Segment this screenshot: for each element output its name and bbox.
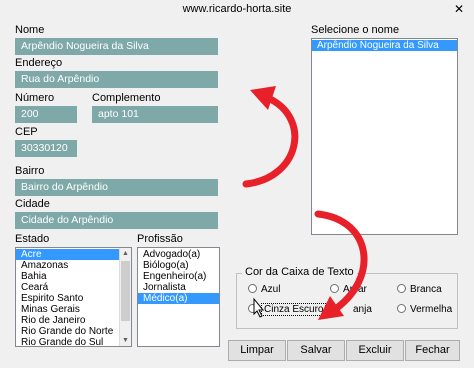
annotation-overlay — [242, 86, 368, 320]
red-curved-arrow-icon — [242, 86, 299, 188]
mouse-cursor-icon — [253, 297, 265, 318]
app-window: www.ricardo-horta.site ✕ Nome Arpêndio N… — [0, 0, 474, 368]
red-curved-arrow-icon — [314, 210, 368, 320]
